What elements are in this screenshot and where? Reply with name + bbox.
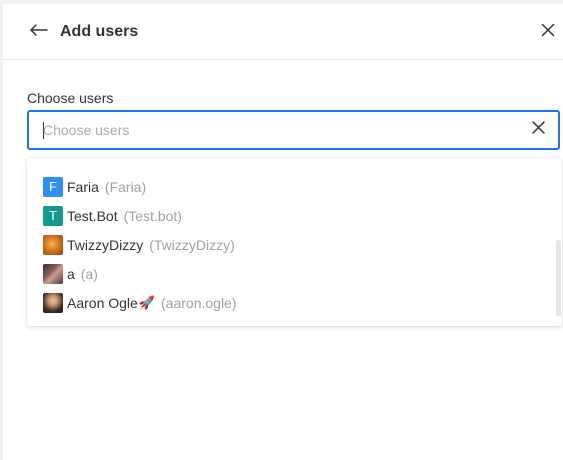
arrow-back-icon	[30, 23, 48, 41]
user-option-a[interactable]: a (a)	[27, 259, 552, 288]
close-icon	[541, 23, 555, 42]
user-option-test-bot[interactable]: T Test.Bot (Test.bot)	[27, 201, 552, 230]
user-avatar: F	[43, 176, 63, 197]
user-username: (Faria)	[104, 178, 147, 195]
user-avatar-photo	[43, 263, 63, 284]
user-avatar: T	[43, 205, 63, 226]
user-suggestions-dropdown: F Faria (Faria) T Test.Bot (Test.bot) Tw…	[27, 158, 562, 326]
back-button[interactable]	[27, 21, 51, 43]
user-name: Test.Bot	[67, 207, 118, 224]
user-option-aaron-ogle[interactable]: Aaron Ogle 🚀 (aaron.ogle)	[27, 288, 552, 317]
user-option-faria[interactable]: F Faria (Faria)	[27, 172, 552, 201]
close-icon	[531, 121, 545, 139]
user-username: (a)	[80, 265, 98, 282]
rocket-emoji-icon: 🚀	[138, 294, 156, 310]
page-title: Add users	[60, 23, 139, 40]
choose-users-label: Choose users	[27, 90, 114, 106]
dropdown-scrollbar[interactable]	[556, 240, 561, 316]
user-name: a	[67, 265, 75, 282]
add-users-panel: Add users Choose users F Faria (Faria)	[3, 4, 563, 460]
user-username: (aaron.ogle)	[161, 294, 237, 311]
close-button[interactable]	[536, 21, 560, 43]
user-name: Faria	[67, 178, 99, 195]
user-username: (TwizzyDizzy)	[149, 236, 235, 253]
choose-users-field[interactable]	[27, 110, 560, 150]
user-option-twizzydizzy[interactable]: TwizzyDizzy (TwizzyDizzy)	[27, 230, 552, 259]
panel-header: Add users	[3, 4, 563, 60]
user-username: (Test.bot)	[123, 207, 182, 224]
user-avatar-photo	[43, 292, 63, 313]
user-name: TwizzyDizzy	[67, 236, 144, 253]
user-avatar-photo	[43, 234, 63, 255]
clear-input-button[interactable]	[528, 120, 548, 140]
choose-users-input[interactable]	[43, 112, 503, 148]
user-name: Aaron Ogle	[67, 294, 138, 311]
